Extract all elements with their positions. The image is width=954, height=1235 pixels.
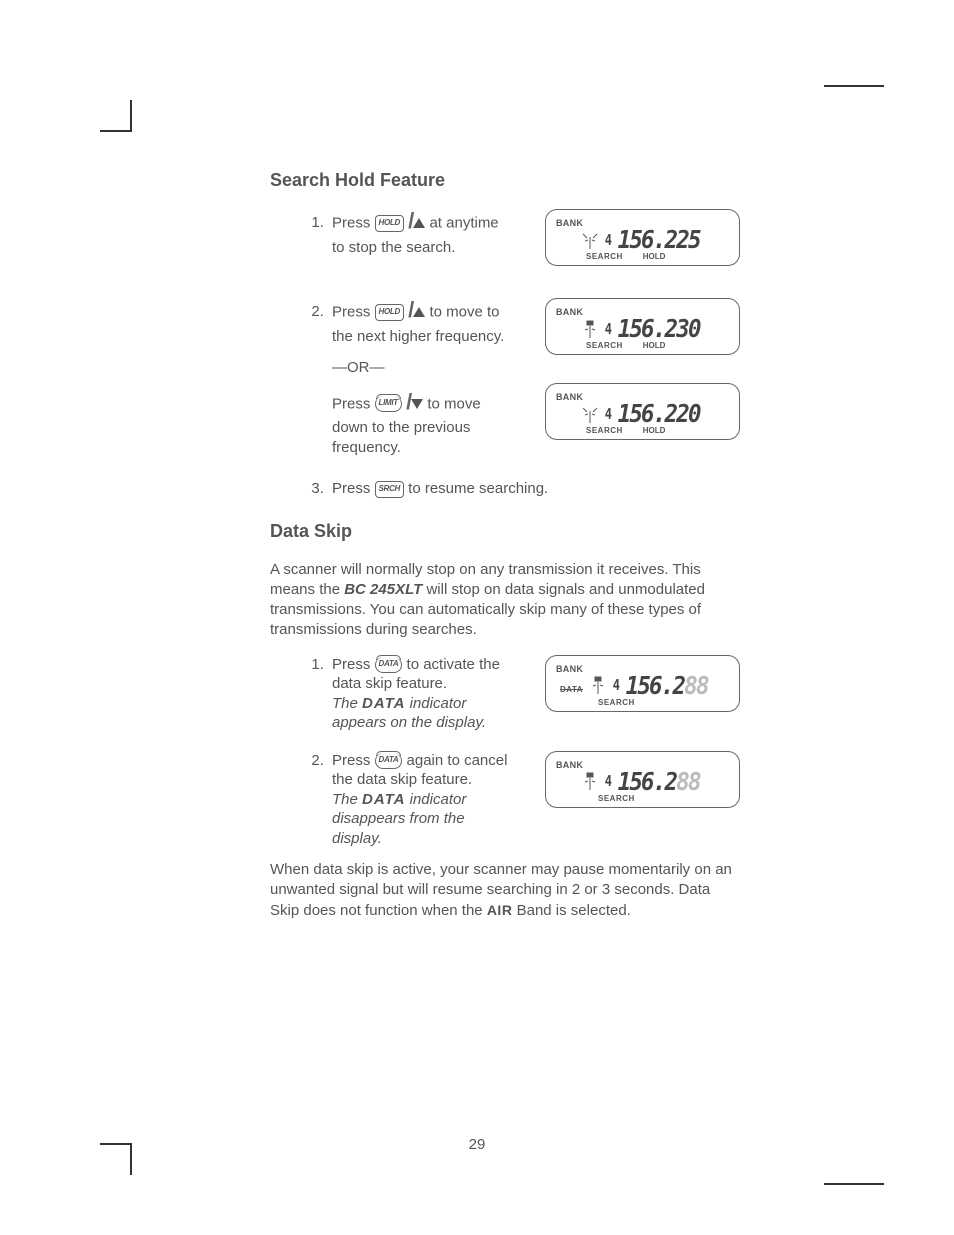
step-2: Press HOLD / to move to the next higher … <box>328 298 740 457</box>
lcd-small-digit: 4 <box>613 676 619 694</box>
limit-key-icon: LIMIT <box>375 396 402 412</box>
freq-faint: 88 <box>677 767 700 796</box>
freq-faint: 88 <box>684 671 707 700</box>
srch-key-icon: SRCH <box>375 481 404 498</box>
data-key-icon: DATA <box>375 753 403 769</box>
data-skip-steps: Press DATA to activate the data skip fea… <box>270 655 740 849</box>
ds-step-2: Press DATA again to cancel the data skip… <box>328 751 740 849</box>
ds1-note-a: The <box>332 695 362 712</box>
hold-key-icon: HOLD <box>375 215 404 232</box>
lcd-frequency: 156.288 <box>618 767 700 796</box>
data-indicator-word: DATA <box>362 695 405 712</box>
lcd-display-4: BANK DATA 4 156.288 SEARCH <box>545 655 740 712</box>
ds1-pre: Press <box>332 656 370 673</box>
ds2-pre: Press <box>332 752 370 769</box>
lcd-frequency: 156.225 <box>618 225 700 254</box>
ds1-note: The DATA indicator appears on the displa… <box>332 694 512 733</box>
lcd-small-digit: 4 <box>605 231 611 249</box>
signal-icon <box>588 674 608 696</box>
signal-icon <box>580 770 600 792</box>
ds-step-1: Press DATA to activate the data skip fea… <box>328 655 740 733</box>
air-band: AIR <box>487 902 513 918</box>
up-arrow-icon <box>413 218 425 228</box>
down-arrow-icon <box>411 399 423 409</box>
step3-pre: Press <box>332 480 370 497</box>
data-key-icon: DATA <box>375 657 403 673</box>
lcd-frequency: 156.220 <box>618 399 700 428</box>
lcd-display-5: BANK 4 156.288 SEARCH <box>545 751 740 808</box>
lcd-frequency: 156.288 <box>626 671 708 700</box>
step2-alt-pre: Press <box>332 395 370 412</box>
or-text: —OR— <box>332 358 512 378</box>
data-skip-intro: A scanner will normally stop on any tran… <box>270 560 740 641</box>
signal-icon <box>580 229 600 251</box>
lcd-small-digit: 4 <box>605 405 611 423</box>
slash-icon: / <box>406 388 412 417</box>
step-1: Press HOLD / at anytime to stop the sear… <box>328 209 740 276</box>
ds2-note-a: The <box>332 791 362 808</box>
data-indicator-word: DATA <box>362 791 405 808</box>
hold-key-icon: HOLD <box>375 304 404 321</box>
outro-b: Band is selected. <box>512 902 630 919</box>
section-title-data-skip: Data Skip <box>270 521 740 542</box>
freq-bold: 156.2 <box>618 767 677 796</box>
signal-icon <box>580 403 600 425</box>
slash-icon: / <box>408 207 414 236</box>
lcd-small-digit: 4 <box>605 772 611 790</box>
up-arrow-icon <box>413 307 425 317</box>
step3-post: to resume searching. <box>408 480 548 497</box>
lcd-display-2: BANK 4 156.230 SEARCH HOLD <box>545 298 740 355</box>
search-hold-steps: Press HOLD / at anytime to stop the sear… <box>270 209 740 499</box>
page-number: 29 <box>0 1136 954 1153</box>
slash-icon: / <box>408 296 414 325</box>
section-title-search-hold: Search Hold Feature <box>270 170 740 191</box>
lcd-display-1: BANK 4 156.225 SEARCH HOLD <box>545 209 740 266</box>
lcd-data-label: DATA <box>560 685 583 694</box>
data-skip-outro: When data skip is active, your scanner m… <box>270 860 740 921</box>
freq-bold: 156.2 <box>626 671 685 700</box>
ds2-note: The DATA indicator disappears from the d… <box>332 790 512 849</box>
signal-icon <box>580 318 600 340</box>
lcd-frequency: 156.230 <box>618 314 700 343</box>
lcd-display-3: BANK 4 156.220 SEARCH HOLD <box>545 383 740 440</box>
step-3: Press SRCH to resume searching. <box>328 479 740 499</box>
step1-pre: Press <box>332 214 370 231</box>
step2-pre: Press <box>332 303 370 320</box>
product-name: BC 245XLT <box>344 581 422 598</box>
lcd-small-digit: 4 <box>605 320 611 338</box>
